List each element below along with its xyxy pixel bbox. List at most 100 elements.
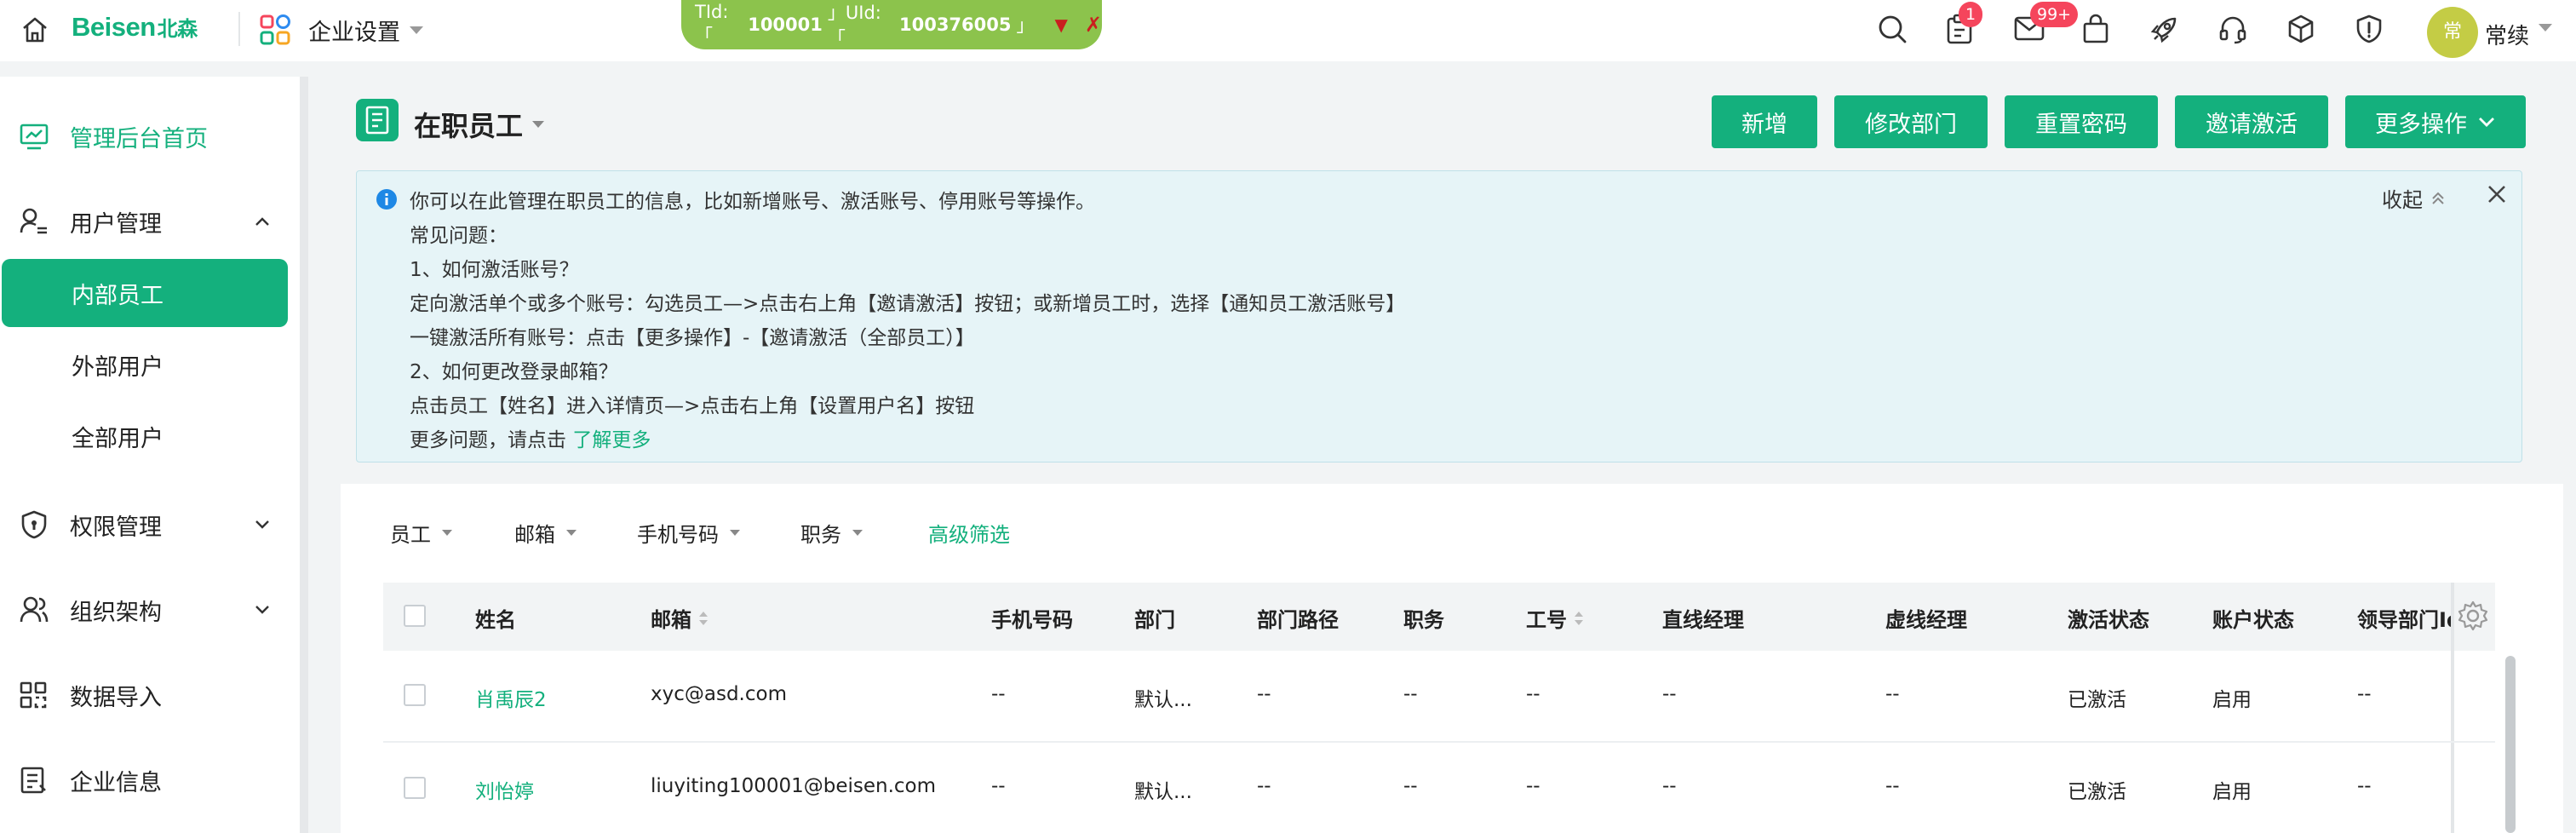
filter-position[interactable]: 职务: [800, 518, 863, 548]
chevron-down-icon: [2477, 116, 2496, 128]
beisen-logo[interactable]: Beisen北森: [72, 12, 198, 43]
sidebar-item-all-users[interactable]: 全部用户: [0, 402, 300, 470]
cell-account-status: 启用: [2212, 689, 2252, 711]
column-header-department[interactable]: 部门: [1134, 603, 1175, 633]
caret-down-icon: [565, 529, 577, 537]
sidebar-item-label: 数据导入: [70, 684, 162, 711]
reset-password-button[interactable]: 重置密码: [2005, 95, 2158, 148]
sidebar-item-admin-home[interactable]: 管理后台首页: [0, 102, 300, 170]
filter-email[interactable]: 邮箱: [514, 518, 577, 548]
sidebar-item-user-management[interactable]: 用户管理: [0, 187, 300, 256]
sidebar-item-label: 全部用户: [72, 425, 164, 452]
caret-down-icon[interactable]: [2538, 23, 2553, 33]
column-header-department-path[interactable]: 部门路径: [1257, 603, 1339, 633]
cell-department-path: --: [1257, 683, 1271, 705]
advanced-filter-link[interactable]: 高级筛选: [928, 518, 1010, 548]
page-title-text: 在职员工: [414, 110, 524, 142]
company-setting-dropdown[interactable]: 企业设置: [308, 14, 424, 47]
shopping-bag-icon[interactable]: [2081, 14, 2110, 44]
caret-down-icon: [409, 26, 424, 36]
filter-label: 职务: [800, 523, 841, 547]
row-checkbox[interactable]: [404, 684, 426, 706]
home-icon[interactable]: [20, 15, 49, 44]
table-scrollbar[interactable]: [2505, 656, 2516, 833]
row-divider: [383, 741, 2495, 743]
dashboard-icon: [19, 122, 49, 151]
cell-email: liuyiting100001@beisen.com: [651, 775, 937, 797]
column-header-position[interactable]: 职务: [1403, 603, 1444, 633]
sidebar-item-data-import[interactable]: 数据导入: [0, 661, 300, 729]
chevron-down-icon: [254, 519, 271, 531]
collapse-label: 收起: [2382, 188, 2423, 212]
sort-icon[interactable]: [1574, 610, 1584, 627]
cube-icon[interactable]: [2286, 14, 2316, 44]
column-header-employee-no[interactable]: 工号: [1526, 603, 1584, 633]
sidebar-item-label: 内部员工: [72, 282, 164, 309]
row-checkbox[interactable]: [404, 777, 426, 799]
cell-employee-no: --: [1526, 775, 1540, 797]
company-setting-label: 企业设置: [308, 20, 400, 46]
column-header-direct-manager[interactable]: 直线经理: [1662, 603, 1744, 633]
employee-name-link[interactable]: 肖禹辰2: [475, 683, 547, 712]
column-header-email[interactable]: 邮箱: [651, 603, 709, 633]
notice-text: 点击员工【姓名】进入详情页—>点击右上角【设置用户名】按钮: [410, 395, 975, 417]
page-title[interactable]: 在职员工: [414, 105, 545, 144]
chevron-down-icon: [254, 604, 271, 616]
chevron-up-icon: [254, 215, 271, 227]
sort-icon[interactable]: [698, 610, 709, 627]
column-header-leader-dept[interactable]: 领导部门Id: [2357, 603, 2451, 633]
username[interactable]: 常续: [2485, 19, 2529, 50]
cell-virtual-manager: --: [1885, 683, 1900, 705]
column-header-virtual-manager[interactable]: 虚线经理: [1885, 603, 1967, 633]
more-actions-button[interactable]: 更多操作: [2345, 95, 2526, 148]
cell-position: --: [1403, 775, 1418, 797]
select-all-checkbox[interactable]: [404, 605, 426, 627]
security-shield-icon[interactable]: [2354, 14, 2384, 44]
headset-icon[interactable]: [2217, 14, 2248, 44]
learn-more-link[interactable]: 了解更多: [572, 429, 651, 451]
search-icon[interactable]: [1877, 14, 1908, 44]
cell-direct-manager: --: [1662, 775, 1677, 797]
edit-department-button[interactable]: 修改部门: [1834, 95, 1988, 148]
add-button[interactable]: 新增: [1712, 95, 1817, 148]
cell-position: --: [1403, 683, 1418, 705]
apps-grid-icon[interactable]: [259, 14, 291, 46]
employee-list-icon: [356, 99, 399, 141]
data-import-icon: [19, 681, 49, 709]
divider: [238, 12, 240, 46]
help-notice: 你可以在此管理在职员工的信息，比如新增账号、激活账号、停用账号等操作。 常见问题…: [356, 170, 2522, 462]
cell-phone: --: [991, 775, 1006, 797]
cell-activation-status: 已激活: [2068, 689, 2126, 711]
cell-phone: --: [991, 683, 1006, 705]
caret-down-icon: [441, 529, 453, 537]
column-header-activation-status[interactable]: 激活状态: [2068, 603, 2149, 633]
sidebar-item-org-structure[interactable]: 组织架构: [0, 576, 300, 644]
sidebar-item-permission-management[interactable]: 权限管理: [0, 491, 300, 559]
double-chevron-up-icon: [2430, 190, 2447, 207]
collapse-button[interactable]: 收起: [2382, 183, 2447, 213]
tenant-expand-icon[interactable]: ▼: [1055, 14, 1068, 35]
tenant-close-icon[interactable]: ✗: [1085, 13, 1102, 37]
sidebar-item-external-users[interactable]: 外部用户: [0, 330, 300, 399]
filter-phone[interactable]: 手机号码: [637, 518, 741, 548]
cell-employee-no: --: [1526, 683, 1540, 705]
employee-name-link[interactable]: 刘怡婷: [475, 775, 534, 804]
close-icon[interactable]: [2486, 183, 2508, 205]
sidebar-item-company-info[interactable]: 企业信息: [0, 746, 300, 814]
column-header-account-status[interactable]: 账户状态: [2212, 603, 2294, 633]
sidebar: 管理后台首页 用户管理 内部员工 外部用户 全部用户 权限管理 组织架构 数据导…: [0, 77, 300, 833]
sidebar-scrollbar[interactable]: [300, 77, 308, 833]
rocket-icon[interactable]: [2149, 14, 2180, 44]
avatar[interactable]: 常: [2427, 7, 2478, 58]
cell-virtual-manager: --: [1885, 775, 1900, 797]
filter-employee[interactable]: 员工: [390, 518, 453, 548]
caret-down-icon: [531, 120, 545, 129]
column-settings-gear-icon[interactable]: [2456, 599, 2490, 633]
invite-activate-button[interactable]: 邀请激活: [2175, 95, 2328, 148]
cell-department: 默认...: [1134, 781, 1192, 803]
column-header-phone[interactable]: 手机号码: [991, 603, 1073, 633]
sidebar-item-internal-employees[interactable]: 内部员工: [2, 259, 288, 327]
column-header-name[interactable]: 姓名: [475, 603, 516, 633]
filter-label: 手机号码: [637, 523, 719, 547]
cell-direct-manager: --: [1662, 683, 1677, 705]
